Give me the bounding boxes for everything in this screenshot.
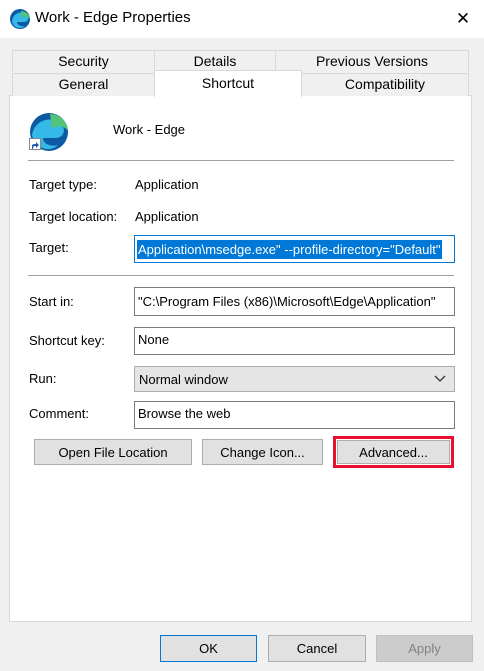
- target-type-label: Target type:: [29, 177, 97, 192]
- run-label: Run:: [29, 371, 57, 386]
- tab-compatibility[interactable]: Compatibility: [301, 73, 469, 96]
- open-file-location-button[interactable]: Open File Location: [34, 439, 192, 465]
- tab-shortcut[interactable]: Shortcut: [154, 70, 302, 97]
- cancel-button[interactable]: Cancel: [268, 635, 366, 662]
- target-type-value: Application: [135, 177, 199, 192]
- start-in-field[interactable]: "C:\Program Files (x86)\Microsoft\Edge\A…: [134, 287, 455, 316]
- shortcut-panel: [9, 95, 472, 622]
- close-icon: ✕: [455, 9, 471, 28]
- tab-security[interactable]: Security: [12, 50, 155, 72]
- target-label: Target:: [29, 240, 69, 255]
- shortcut-key-field[interactable]: None: [134, 327, 455, 355]
- shortcut-key-value: None: [138, 332, 170, 347]
- chevron-down-icon: [434, 372, 446, 387]
- change-icon-button[interactable]: Change Icon...: [202, 439, 323, 465]
- target-value: Application\msedge.exe" --profile-direct…: [137, 239, 442, 259]
- shortcut-key-label: Shortcut key:: [29, 333, 105, 348]
- comment-value: Browse the web: [138, 406, 231, 421]
- target-location-value: Application: [135, 209, 199, 224]
- tab-details[interactable]: Details: [154, 50, 276, 72]
- run-value: Normal window: [139, 371, 228, 387]
- advanced-button[interactable]: Advanced...: [337, 440, 450, 464]
- start-in-value: "C:\Program Files (x86)\Microsoft\Edge\A…: [138, 294, 436, 309]
- separator: [28, 160, 454, 161]
- comment-field[interactable]: Browse the web: [134, 401, 455, 429]
- close-button[interactable]: ✕: [446, 2, 480, 36]
- run-select[interactable]: Normal window: [134, 366, 455, 392]
- tab-previous-versions[interactable]: Previous Versions: [275, 50, 469, 72]
- start-in-label: Start in:: [29, 294, 74, 309]
- ok-button[interactable]: OK: [160, 635, 257, 662]
- apply-button[interactable]: Apply: [376, 635, 473, 662]
- edge-shortcut-icon: [28, 111, 70, 153]
- edge-icon: [9, 8, 31, 30]
- target-field[interactable]: Application\msedge.exe" --profile-direct…: [134, 235, 455, 263]
- shortcut-arrow-icon: [29, 138, 41, 150]
- shortcut-name: Work - Edge: [113, 122, 186, 137]
- tab-general[interactable]: General: [12, 73, 155, 96]
- separator: [28, 275, 454, 276]
- window-title: Work - Edge Properties: [35, 9, 191, 26]
- target-location-label: Target location:: [29, 209, 118, 224]
- comment-label: Comment:: [29, 406, 89, 421]
